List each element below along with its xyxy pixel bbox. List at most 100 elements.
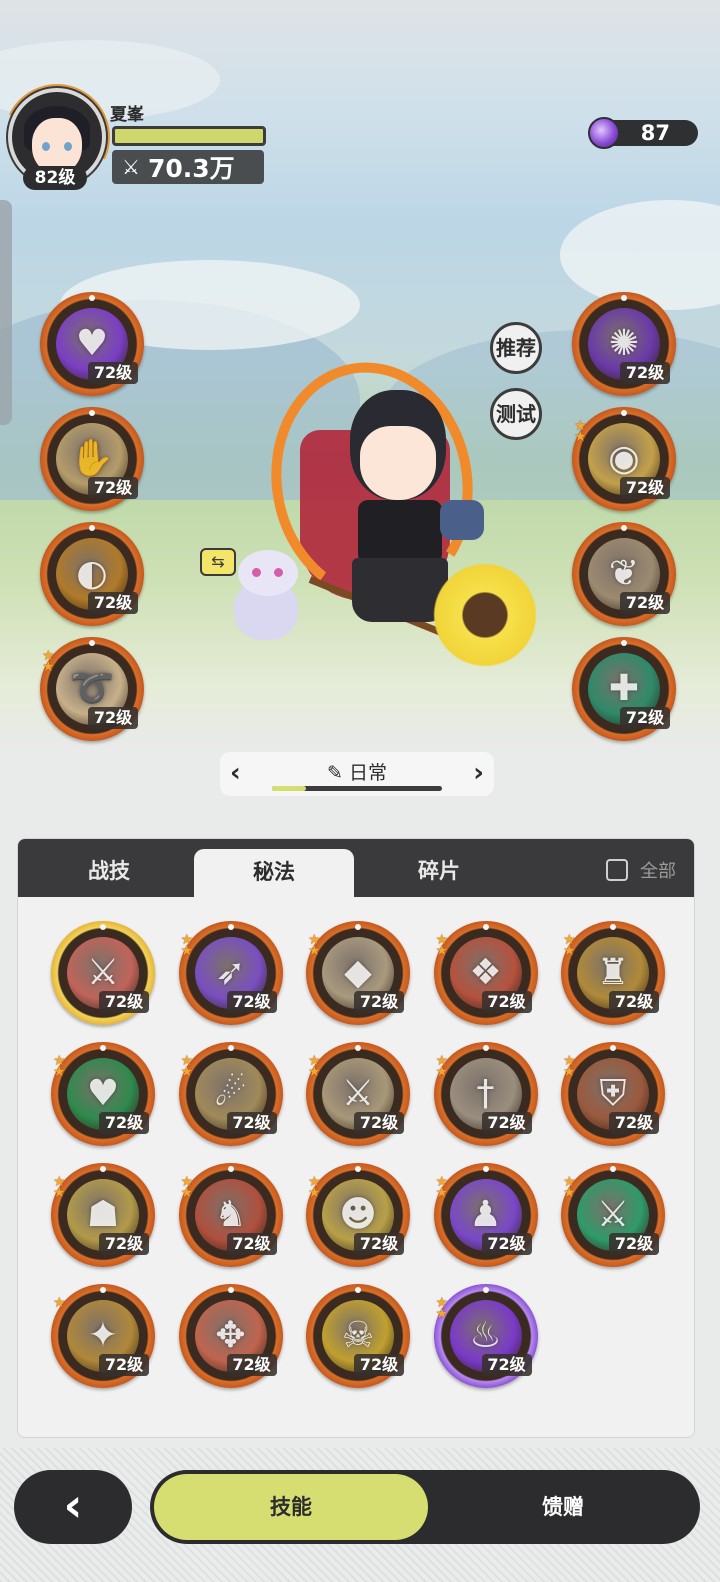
- skill-slot-6[interactable]: ♥ ★ ★ 72级: [51, 1042, 155, 1146]
- skill-dot: [227, 1166, 234, 1172]
- skill-dot: [482, 1287, 489, 1293]
- tab-arcane[interactable]: 秘法: [194, 849, 354, 897]
- skill-dot: [482, 924, 489, 930]
- skill-dot: [355, 1287, 361, 1293]
- skill-level: 72级: [99, 1354, 149, 1376]
- skill-dot: [100, 1287, 106, 1293]
- skill-level: 72级: [354, 1112, 404, 1134]
- back-button[interactable]: ‹: [14, 1470, 132, 1544]
- skill-level: 72级: [226, 991, 277, 1013]
- star-rank-icon: ★ ★: [308, 1174, 321, 1201]
- next-preset-button[interactable]: ›: [473, 758, 484, 788]
- skill-slot-9[interactable]: † ★ ★ 72级: [433, 1042, 538, 1146]
- chevron-left-icon: ‹: [63, 1478, 83, 1532]
- skill-slot-19[interactable]: ♨ ★ ★ 72级: [433, 1284, 538, 1388]
- skill-level: 72级: [226, 1233, 277, 1255]
- equipped-skill-right-4[interactable]: ✚ 72级: [572, 637, 676, 741]
- skill-dot: [227, 1287, 234, 1293]
- test-button[interactable]: 测试: [490, 388, 542, 440]
- skill-slot-3[interactable]: ◆ ★ ★ 72级: [306, 921, 410, 1025]
- skill-level: 72级: [620, 592, 670, 614]
- star-rank-icon: ★ ★: [435, 1053, 449, 1080]
- tab-combat[interactable]: 战技: [38, 839, 180, 897]
- tab-fragments[interactable]: 碎片: [364, 839, 514, 897]
- skill-slot-8[interactable]: ⚔ ★ ★ 72级: [306, 1042, 410, 1146]
- skill-slot-18[interactable]: ☠ 72级: [306, 1284, 410, 1388]
- skill-panel: 战技 秘法 碎片 全部 ⚔ 72级 ➶ ★ ★ 72级 ◆ ★ ★ 72级 ❖ ★ ★ 72级 ♜ ★ ★ 72级…: [17, 838, 695, 1438]
- swap-pet-button[interactable]: ⇆: [200, 548, 236, 576]
- power-value: 70.3万: [147, 154, 235, 183]
- skill-dot: [482, 1166, 489, 1172]
- star-rank-icon: ★ ★: [563, 1053, 576, 1080]
- skill-slot-4[interactable]: ❖ ★ ★ 72级: [433, 921, 538, 1025]
- player-level: 82级: [23, 166, 87, 190]
- skill-dot: [100, 924, 106, 930]
- skill-dot: [89, 640, 95, 646]
- skill-dot: [610, 924, 616, 930]
- skill-dot: [621, 295, 627, 301]
- skill-slot-12[interactable]: ♞ ★ ★ 72级: [178, 1163, 283, 1267]
- skill-level: 72级: [354, 1233, 404, 1255]
- skill-level: 72级: [226, 1354, 277, 1376]
- equipped-skill-right-2[interactable]: ◉ ★ ★ 72级: [572, 407, 676, 511]
- skill-level: 72级: [620, 362, 670, 384]
- star-rank-icon: ★ ★: [308, 932, 321, 959]
- recommend-button[interactable]: 推荐: [490, 322, 542, 374]
- pencil-icon: ✎: [327, 762, 343, 784]
- skill-tabs: 战技 秘法 碎片 全部: [18, 839, 694, 897]
- filter-all[interactable]: 全部: [606, 857, 676, 883]
- skill-level: 72级: [620, 477, 670, 499]
- skill-dot: [610, 1166, 616, 1172]
- star-rank-icon: ★ ★: [180, 1053, 194, 1080]
- equipped-skill-left-1[interactable]: ♥ 72级: [40, 292, 144, 396]
- preset-label: 日常: [348, 762, 387, 784]
- filter-label: 全部: [640, 861, 676, 882]
- skill-level: 72级: [481, 1233, 532, 1255]
- star-rank-icon: ★ ★: [574, 418, 587, 445]
- skill-slot-2[interactable]: ➶ ★ ★ 72级: [178, 921, 283, 1025]
- equipped-skill-left-4[interactable]: ➰ ★ ★ 72级: [40, 637, 144, 741]
- skill-level: 72级: [481, 1354, 532, 1376]
- drawer-handle[interactable]: [0, 200, 12, 425]
- equipped-skill-right-3[interactable]: ❦ 72级: [572, 522, 676, 626]
- skill-slot-16[interactable]: ✦ ★ 72级: [51, 1284, 155, 1388]
- skill-level: 72级: [88, 362, 138, 384]
- star-rank-icon: ★ ★: [435, 932, 449, 959]
- equipped-skill-left-3[interactable]: ◐ 72级: [40, 522, 144, 626]
- skill-dot: [610, 1045, 616, 1051]
- skill-dot: [227, 1045, 234, 1051]
- skill-level: 72级: [88, 477, 138, 499]
- star-rank-icon: ★ ★: [435, 1295, 449, 1322]
- star-rank-icon: ★ ★: [42, 648, 55, 675]
- preset-label-wrap[interactable]: ✎ 日常: [220, 758, 494, 785]
- skill-slot-14[interactable]: ♟ ★ ★ 72级: [433, 1163, 538, 1267]
- skill-dot: [227, 924, 234, 930]
- star-rank-icon: ★ ★: [53, 1174, 66, 1201]
- skill-slot-5[interactable]: ♜ ★ ★ 72级: [561, 921, 665, 1025]
- tab-gifts[interactable]: 馈赠: [430, 1474, 696, 1540]
- skill-slot-1[interactable]: ⚔ 72级: [51, 921, 155, 1025]
- skill-level: 72级: [99, 991, 149, 1013]
- skill-level: 72级: [609, 991, 659, 1013]
- equipped-skill-right-1[interactable]: ✺ 72级: [572, 292, 676, 396]
- skill-dot: [355, 1045, 361, 1051]
- gauntlet-icon: [440, 500, 484, 540]
- equipped-skill-left-2[interactable]: ✋ 72级: [40, 407, 144, 511]
- skill-level: 72级: [99, 1112, 149, 1134]
- skill-slot-15[interactable]: ⚔ ★ ★ 72级: [561, 1163, 665, 1267]
- filter-checkbox[interactable]: [606, 859, 628, 881]
- skill-slot-17[interactable]: ✥ 72级: [178, 1284, 283, 1388]
- star-rank-icon: ★ ★: [563, 932, 576, 959]
- tab-skills[interactable]: 技能: [154, 1474, 428, 1540]
- skill-slot-10[interactable]: ⛨ ★ ★ 72级: [561, 1042, 665, 1146]
- skill-dot: [89, 295, 95, 301]
- skill-level: 72级: [481, 991, 532, 1013]
- skill-level: 72级: [481, 1112, 532, 1134]
- skill-slot-13[interactable]: ☻ ★ ★ 72级: [306, 1163, 410, 1267]
- skill-level: 72级: [354, 991, 404, 1013]
- skill-slot-11[interactable]: ☗ ★ ★ 72级: [51, 1163, 155, 1267]
- skill-slot-7[interactable]: ☄ ★ ★ 72级: [178, 1042, 283, 1146]
- star-rank-icon: ★ ★: [180, 1174, 194, 1201]
- skill-dot: [100, 1166, 106, 1172]
- skill-dot: [89, 410, 95, 416]
